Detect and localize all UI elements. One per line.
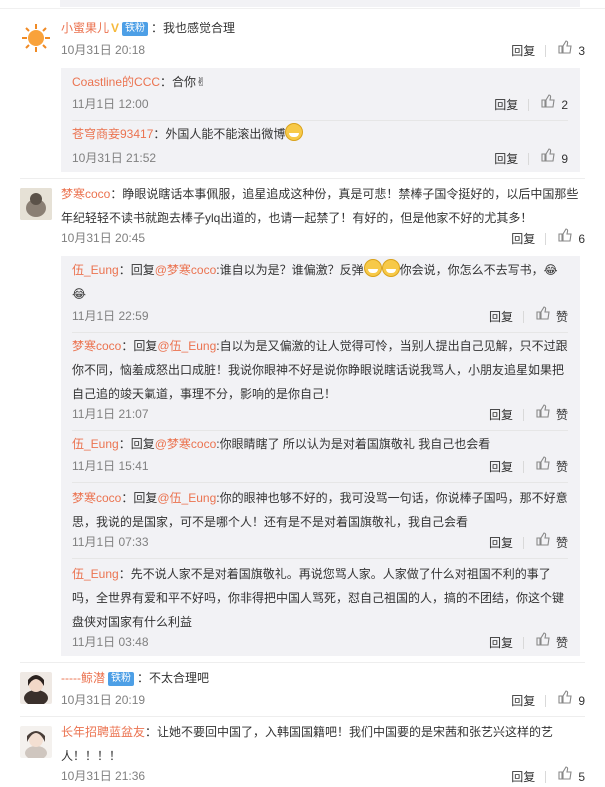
- reply-text: ：外国人能不能滚出微博: [153, 127, 286, 141]
- reply-button[interactable]: 回复: [489, 307, 513, 327]
- reply-button[interactable]: 回复: [489, 457, 513, 477]
- smile-emoji-icon: [285, 123, 304, 141]
- like-label: 赞: [555, 407, 568, 422]
- like-label: 赞: [555, 459, 568, 474]
- like-count: 9: [561, 151, 568, 166]
- reply-time: 11月1日 03:48: [72, 635, 149, 649]
- username-link[interactable]: 长年招聘蓝盆友: [61, 725, 145, 739]
- like-label: 赞: [555, 535, 568, 550]
- mention-link[interactable]: @伍_Eung: [157, 339, 216, 353]
- laugh-cry-emoji-icon: 😂: [72, 287, 87, 301]
- reply-button[interactable]: 回复: [489, 405, 513, 425]
- reply-prefix: ：回复: [121, 491, 158, 505]
- comment-text: ：睁眼说瞎话本事佩服，追星追成这种份，真是可悲！禁棒子国令挺好的，以后中国那些年…: [61, 187, 579, 225]
- reply-button[interactable]: 回复: [494, 95, 518, 115]
- username-link[interactable]: 苍穹商妾93417: [72, 127, 153, 141]
- like-icon[interactable]: [536, 306, 550, 320]
- reply-button[interactable]: 回复: [489, 533, 513, 553]
- like-icon[interactable]: [558, 766, 572, 780]
- reply-text: ：合你: [160, 75, 197, 89]
- reply-button[interactable]: 回复: [511, 229, 535, 249]
- avatar[interactable]: [20, 726, 52, 758]
- comment-text: ：不太合理吧: [136, 671, 209, 685]
- verified-icon: V: [111, 21, 120, 35]
- like-count: 9: [578, 693, 585, 708]
- username-link[interactable]: 梦寒coco: [72, 339, 121, 353]
- fan-badge: 铁粉: [107, 672, 134, 686]
- like-label: 赞: [555, 635, 568, 650]
- username-link[interactable]: 梦寒coco: [72, 491, 121, 505]
- username-link[interactable]: 伍_Eung: [72, 263, 119, 277]
- like-count: 2: [561, 97, 568, 112]
- like-count: 6: [578, 231, 585, 246]
- reply-time: 10月31日 21:52: [72, 151, 157, 165]
- mention-link[interactable]: @梦寒coco: [155, 263, 217, 277]
- reply-text-continued: 你会说，你怎么不去写书，: [399, 263, 544, 277]
- like-icon[interactable]: [541, 148, 555, 162]
- like-icon[interactable]: [536, 532, 550, 546]
- like-count: 3: [578, 43, 585, 58]
- reply-button[interactable]: 回复: [511, 41, 535, 61]
- reply-time: 11月1日 07:33: [72, 535, 149, 549]
- username-link[interactable]: 伍_Eung: [72, 437, 119, 451]
- avatar[interactable]: [20, 672, 52, 704]
- reply-time: 11月1日 12:00: [72, 97, 149, 111]
- username-link[interactable]: 梦寒coco: [61, 187, 110, 201]
- laugh-cry-emoji-icon: 😂: [543, 263, 558, 277]
- reply-time: 11月1日 15:41: [72, 459, 149, 473]
- avatar[interactable]: [20, 188, 52, 220]
- comment-time: 10月31日 20:18: [61, 43, 146, 57]
- mention-link[interactable]: @梦寒coco: [155, 437, 217, 451]
- like-icon[interactable]: [558, 228, 572, 242]
- reply-prefix: ：回复: [121, 339, 158, 353]
- fan-badge: 铁粉: [122, 22, 149, 36]
- like-icon[interactable]: [541, 94, 555, 108]
- reply-time: 11月1日 21:07: [72, 407, 149, 421]
- like-icon[interactable]: [558, 690, 572, 704]
- comment-time: 10月31日 20:45: [61, 231, 146, 245]
- reply-list: Coastline的CCC：合你✌ 11月1日 12:00 回复 2 苍穹商妾93…: [61, 68, 580, 172]
- comment-time: 10月31日 21:36: [61, 769, 146, 783]
- reply-text: :谁自以为是？谁偏激？反弹: [216, 263, 364, 277]
- username-link[interactable]: 伍_Eung: [72, 567, 119, 581]
- avatar[interactable]: [20, 22, 52, 54]
- reply-text: ：先不说人家不是对着国旗敬礼。再说您骂人家。人家做了什么对祖国不利的事了吗，全世…: [72, 567, 565, 629]
- username-link[interactable]: Coastline的CCC: [72, 75, 160, 89]
- username-link[interactable]: 小蜜果儿: [61, 21, 109, 35]
- reply-text: :你眼睛瞎了 所以认为是对着国旗敬礼 我自己也会看: [216, 437, 491, 451]
- reply-button[interactable]: 回复: [511, 691, 535, 711]
- reply-button[interactable]: 回复: [489, 633, 513, 653]
- mention-link[interactable]: @伍_Eung: [157, 491, 216, 505]
- reply-list: 伍_Eung：回复@梦寒coco:谁自以为是？谁偏激？反弹 你会说，你怎么不去写书…: [61, 256, 580, 656]
- like-icon[interactable]: [536, 456, 550, 470]
- previous-comment-strip: [0, 0, 605, 9]
- like-icon[interactable]: [536, 404, 550, 418]
- comment-text: ：我也感觉合理: [151, 21, 236, 35]
- username-link[interactable]: -----鲸潜: [61, 671, 105, 685]
- reply-time: 11月1日 22:59: [72, 309, 149, 323]
- like-label: 赞: [555, 309, 568, 324]
- grin-emoji-icon: [363, 259, 382, 277]
- reply-prefix: ：回复: [118, 263, 155, 277]
- like-icon[interactable]: [558, 40, 572, 54]
- like-icon[interactable]: [536, 632, 550, 646]
- reply-button[interactable]: 回复: [494, 149, 518, 169]
- reply-prefix: ：回复: [118, 437, 155, 451]
- grin-emoji-icon: [381, 259, 400, 277]
- comment-time: 10月31日 20:19: [61, 693, 146, 707]
- hand-emoji-icon: ✌: [196, 75, 207, 89]
